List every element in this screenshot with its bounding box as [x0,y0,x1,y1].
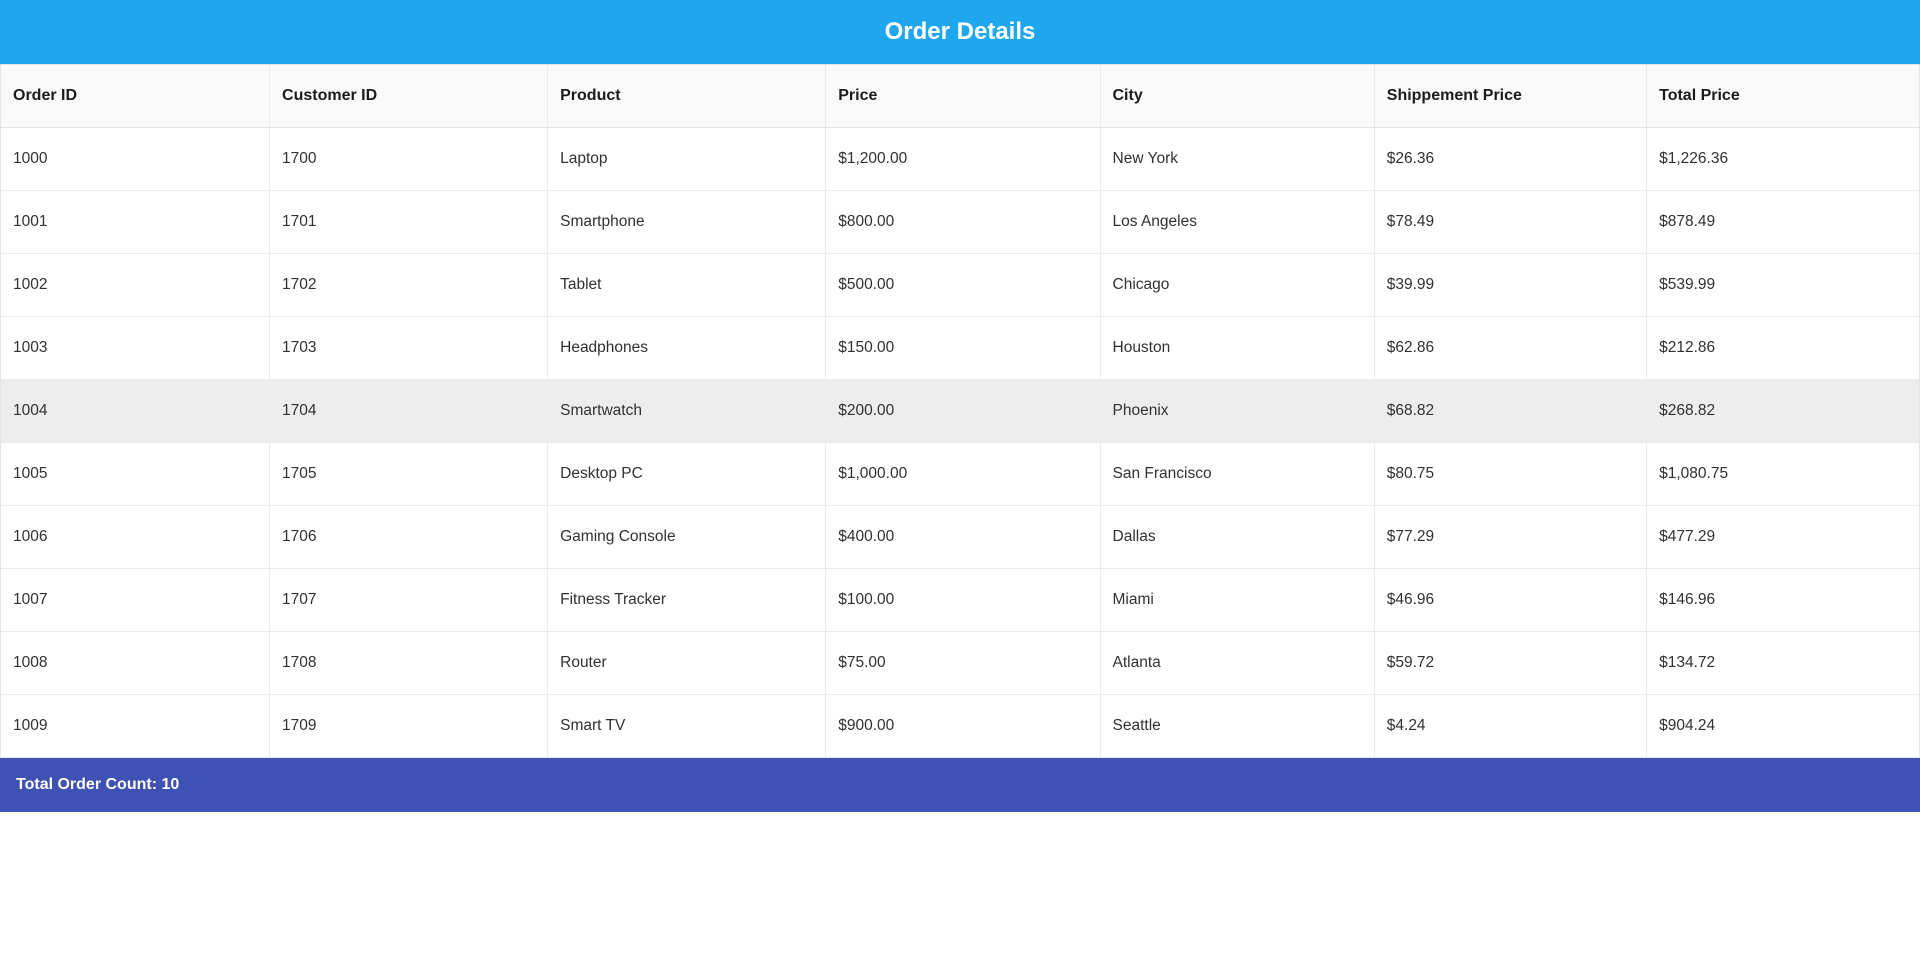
cell-order-id: 1006 [1,506,270,569]
cell-order-id: 1005 [1,443,270,506]
table-row[interactable]: 10021702Tablet$500.00Chicago$39.99$539.9… [1,254,1919,317]
cell-price: $150.00 [826,317,1100,380]
cell-total-price: $1,080.75 [1647,443,1919,506]
cell-product: Desktop PC [548,443,826,506]
table-row[interactable]: 10051705Desktop PC$1,000.00San Francisco… [1,443,1919,506]
cell-product: Tablet [548,254,826,317]
cell-city: Houston [1100,317,1374,380]
cell-price: $200.00 [826,380,1100,443]
cell-city: Seattle [1100,695,1374,758]
cell-customer-id: 1706 [270,506,548,569]
table-row[interactable]: 10031703Headphones$150.00Houston$62.86$2… [1,317,1919,380]
table-header: Order ID Customer ID Product Price City … [1,65,1919,128]
table-row[interactable]: 10041704Smartwatch$200.00Phoenix$68.82$2… [1,380,1919,443]
cell-price: $400.00 [826,506,1100,569]
cell-order-id: 1000 [1,128,270,191]
cell-customer-id: 1707 [270,569,548,632]
cell-city: New York [1100,128,1374,191]
cell-total-price: $878.49 [1647,191,1919,254]
col-header-price[interactable]: Price [826,65,1100,128]
table-row[interactable]: 10061706Gaming Console$400.00Dallas$77.2… [1,506,1919,569]
cell-total-price: $146.96 [1647,569,1919,632]
total-order-count-label: Total Order Count: 10 [16,776,179,793]
orders-grid: Order ID Customer ID Product Price City … [0,64,1920,758]
cell-total-price: $477.29 [1647,506,1919,569]
grid-aggregate-footer: Total Order Count: 10 [0,758,1920,812]
cell-order-id: 1004 [1,380,270,443]
table-row[interactable]: 10011701Smartphone$800.00Los Angeles$78.… [1,191,1919,254]
cell-shipment-price: $39.99 [1374,254,1646,317]
col-header-customer-id[interactable]: Customer ID [270,65,548,128]
cell-shipment-price: $77.29 [1374,506,1646,569]
cell-customer-id: 1703 [270,317,548,380]
cell-price: $75.00 [826,632,1100,695]
cell-price: $1,200.00 [826,128,1100,191]
cell-customer-id: 1705 [270,443,548,506]
cell-price: $500.00 [826,254,1100,317]
cell-total-price: $212.86 [1647,317,1919,380]
table-body: 10001700Laptop$1,200.00New York$26.36$1,… [1,128,1919,758]
cell-city: San Francisco [1100,443,1374,506]
cell-customer-id: 1708 [270,632,548,695]
cell-product: Headphones [548,317,826,380]
cell-order-id: 1008 [1,632,270,695]
cell-customer-id: 1702 [270,254,548,317]
cell-shipment-price: $59.72 [1374,632,1646,695]
cell-shipment-price: $80.75 [1374,443,1646,506]
cell-city: Miami [1100,569,1374,632]
cell-total-price: $539.99 [1647,254,1919,317]
cell-order-id: 1003 [1,317,270,380]
cell-product: Gaming Console [548,506,826,569]
page-title-bar: Order Details [0,0,1920,64]
cell-product: Fitness Tracker [548,569,826,632]
cell-total-price: $268.82 [1647,380,1919,443]
cell-price: $900.00 [826,695,1100,758]
cell-city: Los Angeles [1100,191,1374,254]
orders-table: Order ID Customer ID Product Price City … [1,65,1919,757]
cell-customer-id: 1700 [270,128,548,191]
cell-product: Smartphone [548,191,826,254]
cell-city: Dallas [1100,506,1374,569]
cell-order-id: 1002 [1,254,270,317]
cell-price: $100.00 [826,569,1100,632]
cell-city: Chicago [1100,254,1374,317]
cell-price: $1,000.00 [826,443,1100,506]
table-row[interactable]: 10071707Fitness Tracker$100.00Miami$46.9… [1,569,1919,632]
cell-shipment-price: $4.24 [1374,695,1646,758]
cell-customer-id: 1704 [270,380,548,443]
cell-order-id: 1001 [1,191,270,254]
cell-order-id: 1009 [1,695,270,758]
table-header-row: Order ID Customer ID Product Price City … [1,65,1919,128]
cell-total-price: $134.72 [1647,632,1919,695]
col-header-product[interactable]: Product [548,65,826,128]
cell-shipment-price: $46.96 [1374,569,1646,632]
cell-product: Laptop [548,128,826,191]
cell-customer-id: 1701 [270,191,548,254]
cell-city: Phoenix [1100,380,1374,443]
table-row[interactable]: 10091709Smart TV$900.00Seattle$4.24$904.… [1,695,1919,758]
cell-shipment-price: $78.49 [1374,191,1646,254]
table-row[interactable]: 10001700Laptop$1,200.00New York$26.36$1,… [1,128,1919,191]
cell-product: Smartwatch [548,380,826,443]
table-row[interactable]: 10081708Router$75.00Atlanta$59.72$134.72 [1,632,1919,695]
cell-product: Router [548,632,826,695]
cell-total-price: $904.24 [1647,695,1919,758]
app-root: Order Details Order ID Customer ID Produ… [0,0,1920,812]
cell-order-id: 1007 [1,569,270,632]
cell-shipment-price: $68.82 [1374,380,1646,443]
cell-customer-id: 1709 [270,695,548,758]
cell-price: $800.00 [826,191,1100,254]
col-header-total-price[interactable]: Total Price [1647,65,1919,128]
cell-shipment-price: $62.86 [1374,317,1646,380]
col-header-order-id[interactable]: Order ID [1,65,270,128]
cell-city: Atlanta [1100,632,1374,695]
col-header-shipment-price[interactable]: Shippement Price [1374,65,1646,128]
cell-total-price: $1,226.36 [1647,128,1919,191]
col-header-city[interactable]: City [1100,65,1374,128]
page-title: Order Details [885,18,1036,45]
cell-shipment-price: $26.36 [1374,128,1646,191]
cell-product: Smart TV [548,695,826,758]
